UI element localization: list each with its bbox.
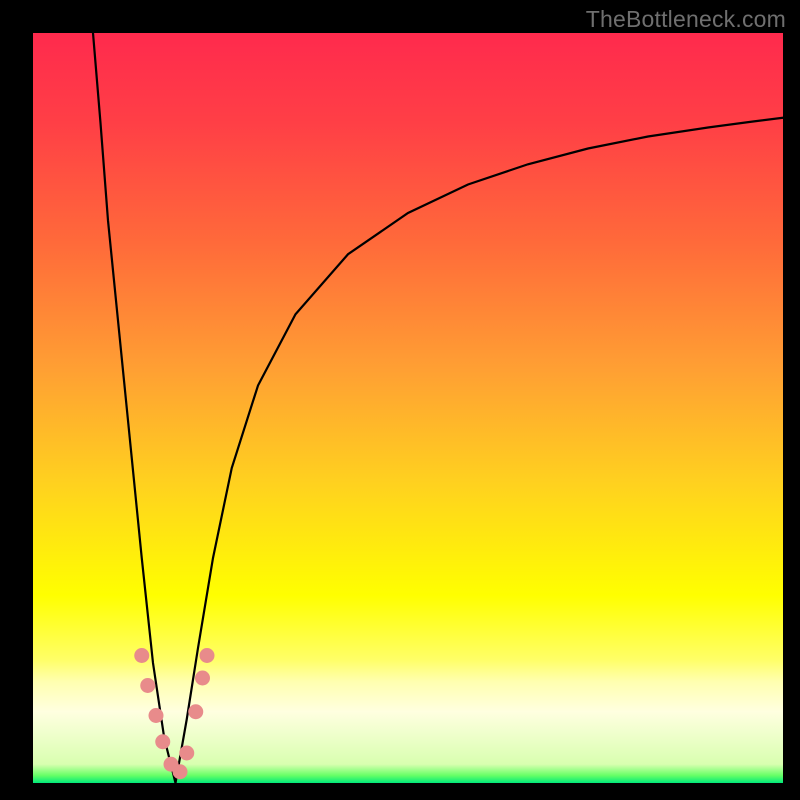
marker-dot [179,746,194,761]
marker-dot [155,734,170,749]
marker-dot [195,671,210,686]
marker-dot [149,708,164,723]
marker-dot [200,648,215,663]
marker-dot [140,678,155,693]
marker-dot [134,648,149,663]
watermark-text: TheBottleneck.com [586,6,786,33]
marker-dot [173,764,188,779]
outer-frame: TheBottleneck.com [0,0,800,800]
chart-svg [33,33,783,783]
gradient-background [33,33,783,783]
plot-area [33,33,783,783]
marker-dot [188,704,203,719]
